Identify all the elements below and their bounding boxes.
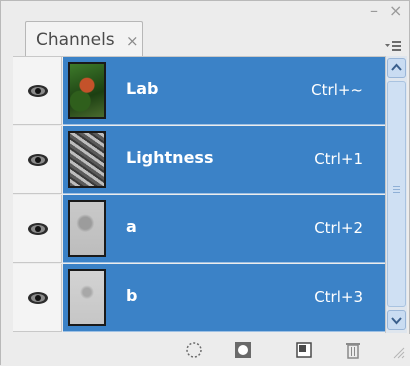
eye-icon [28,223,48,235]
save-selection-icon[interactable] [233,340,253,360]
visibility-toggle[interactable] [13,126,62,194]
channel-thumbnail [68,269,106,326]
channel-name: b [126,286,138,305]
flyout-menu-icon[interactable] [383,36,403,56]
channel-thumbnail [68,200,106,257]
minimize-button[interactable]: – [370,3,378,19]
channel-row-b[interactable]: b Ctrl+3 [13,264,385,333]
panel-header: – × Channels × [1,1,410,61]
new-channel-icon[interactable] [294,340,314,360]
channel-shortcut: Ctrl+1 [314,150,363,168]
channel-name: Lightness [126,148,214,167]
channels-panel: – × Channels × Lab Ctrl+~ Lightness Ctrl… [0,0,410,366]
eye-icon [28,154,48,166]
visibility-toggle[interactable] [13,57,62,125]
channel-thumbnail [68,62,106,119]
close-button[interactable]: × [389,3,402,19]
channel-shortcut: Ctrl+~ [311,81,363,99]
tab-close-icon[interactable]: × [126,32,139,50]
vertical-scrollbar[interactable] [385,56,407,333]
scroll-up-button[interactable] [387,58,406,78]
channel-name: Lab [126,79,159,98]
load-selection-icon[interactable] [184,340,204,360]
channel-shortcut: Ctrl+3 [314,288,363,306]
channel-selection[interactable]: b Ctrl+3 [63,264,385,332]
channel-row-lightness[interactable]: Lightness Ctrl+1 [13,126,385,195]
trash-icon[interactable] [343,340,363,360]
channel-row-lab[interactable]: Lab Ctrl+~ [13,57,385,126]
visibility-toggle[interactable] [13,195,62,263]
channel-name: a [126,217,137,236]
chevron-down-icon [391,317,402,325]
channel-selection[interactable]: Lab Ctrl+~ [63,57,385,125]
channel-list: Lab Ctrl+~ Lightness Ctrl+1 a Ctrl+2 b C… [13,56,385,334]
visibility-toggle[interactable] [13,264,62,332]
channel-row-a[interactable]: a Ctrl+2 [13,195,385,264]
eye-icon [28,292,48,304]
resize-grip-icon[interactable] [391,344,410,364]
tab-channels[interactable]: Channels × [25,21,143,61]
panel-footer [1,334,410,366]
chevron-up-icon [391,63,402,71]
scroll-thumb[interactable] [387,81,406,307]
channel-thumbnail [68,131,106,188]
channel-shortcut: Ctrl+2 [314,219,363,237]
scroll-down-button[interactable] [387,310,406,330]
channel-selection[interactable]: Lightness Ctrl+1 [63,126,385,194]
tab-label: Channels [36,30,115,50]
channel-selection[interactable]: a Ctrl+2 [63,195,385,263]
eye-icon [28,85,48,97]
